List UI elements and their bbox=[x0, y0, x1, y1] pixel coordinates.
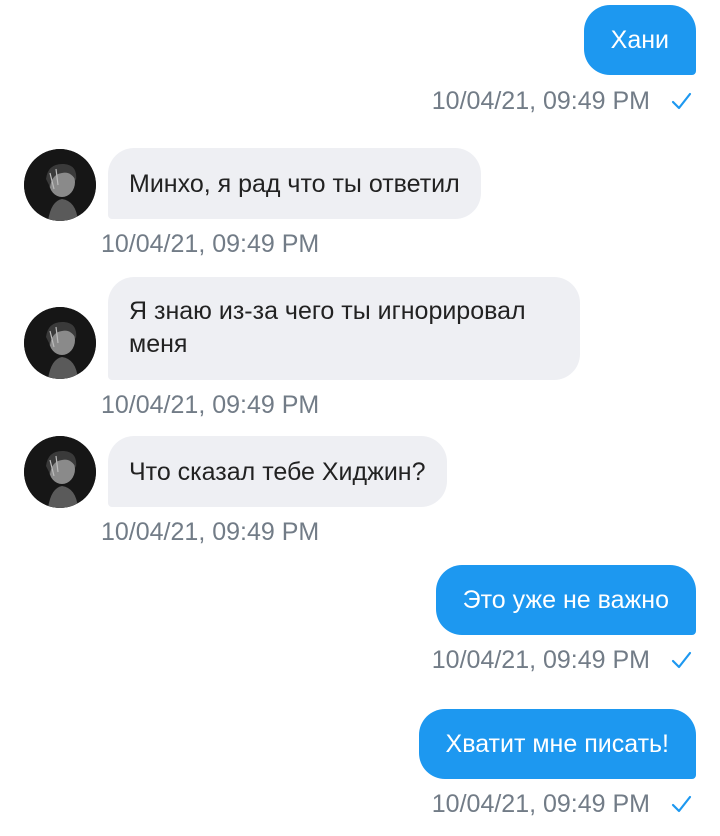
message-bubble[interactable]: Это уже не важно bbox=[435, 565, 696, 635]
check-icon bbox=[671, 92, 692, 110]
message-timestamp: 10/04/21, 09:49 PM bbox=[431, 646, 650, 674]
avatar[interactable] bbox=[24, 307, 96, 379]
message-bubble[interactable]: Хани bbox=[583, 5, 696, 75]
message-timestamp: 10/04/21, 09:49 PM bbox=[431, 87, 650, 115]
message-bubble[interactable]: Что сказал тебе Хиджин? bbox=[108, 436, 447, 507]
check-icon bbox=[671, 651, 692, 669]
message-timestamp: 10/04/21, 09:49 PM bbox=[101, 230, 320, 258]
check-icon bbox=[671, 795, 692, 813]
message-bubble[interactable]: Я знаю из-за чего ты игнорировал меня bbox=[108, 277, 580, 380]
message-bubble[interactable]: Минхо, я рад что ты ответил bbox=[108, 148, 481, 219]
message-bubble[interactable]: Хватит мне писать! bbox=[418, 709, 696, 779]
avatar[interactable] bbox=[24, 436, 96, 508]
avatar[interactable] bbox=[24, 149, 96, 221]
message-timestamp: 10/04/21, 09:49 PM bbox=[431, 790, 650, 818]
message-timestamp: 10/04/21, 09:49 PM bbox=[101, 518, 320, 546]
message-timestamp: 10/04/21, 09:49 PM bbox=[101, 391, 320, 419]
